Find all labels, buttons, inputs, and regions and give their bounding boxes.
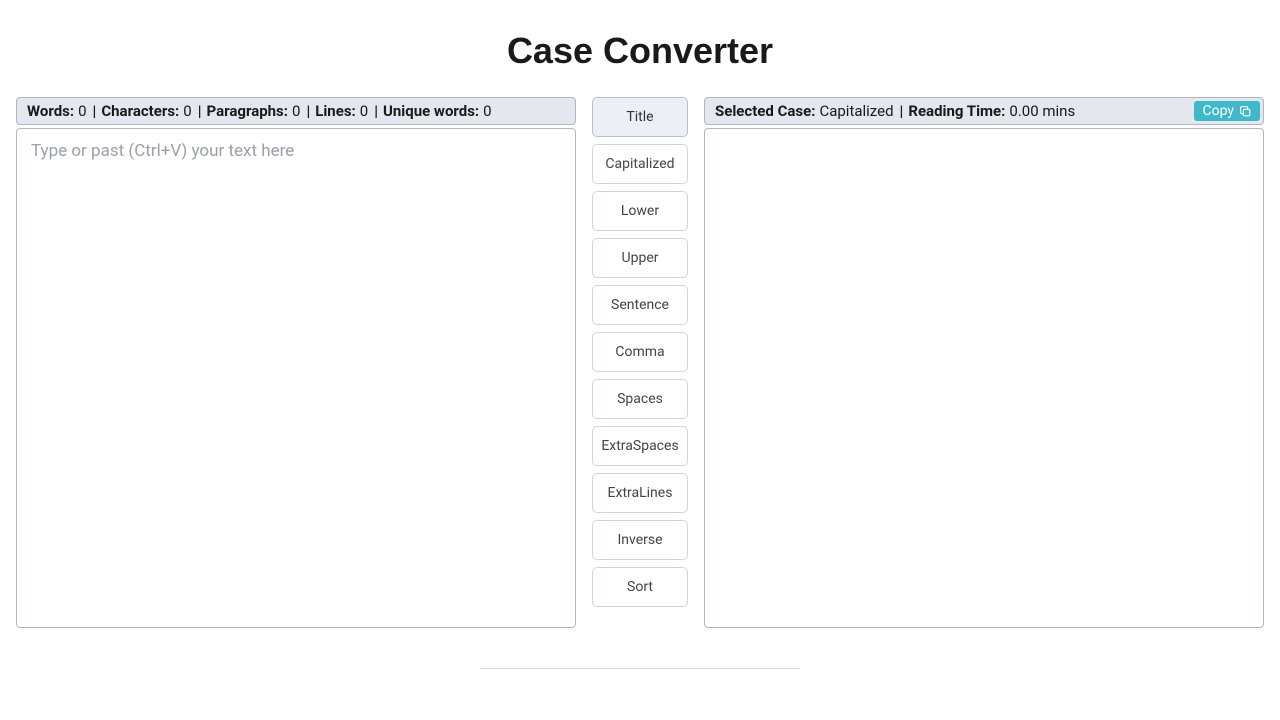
- footer-divider: [480, 668, 800, 669]
- input-panel: Words: 0 | Characters: 0 | Paragraphs: 0…: [16, 97, 576, 628]
- copy-icon: [1239, 105, 1252, 118]
- case-title-button[interactable]: Title: [592, 97, 688, 137]
- output-stats-bar: Selected Case: Capitalized | Reading Tim…: [704, 97, 1264, 125]
- output-panel: Selected Case: Capitalized | Reading Tim…: [704, 97, 1264, 628]
- case-spaces-button[interactable]: Spaces: [592, 379, 688, 419]
- case-buttons-column: Title Capitalized Lower Upper Sentence C…: [592, 97, 688, 607]
- stat-unique-value: 0: [483, 102, 491, 120]
- page-title: Case Converter: [0, 0, 1280, 97]
- stat-chars-value: 0: [183, 102, 191, 120]
- reading-time-value: 0.00 mins: [1009, 102, 1075, 120]
- stat-separator: |: [198, 102, 202, 120]
- stat-chars-label: Characters:: [101, 102, 179, 120]
- case-sentence-button[interactable]: Sentence: [592, 285, 688, 325]
- case-capitalized-button[interactable]: Capitalized: [592, 144, 688, 184]
- case-lower-button[interactable]: Lower: [592, 191, 688, 231]
- stat-paras-label: Paragraphs:: [206, 102, 288, 120]
- case-inverse-button[interactable]: Inverse: [592, 520, 688, 560]
- stat-lines-value: 0: [360, 102, 368, 120]
- input-textarea-wrap: [16, 128, 576, 628]
- copy-button[interactable]: Copy: [1194, 101, 1260, 121]
- stat-paras-value: 0: [292, 102, 300, 120]
- stat-separator: |: [900, 102, 904, 120]
- case-upper-button[interactable]: Upper: [592, 238, 688, 278]
- stat-separator: |: [93, 102, 97, 120]
- stat-unique-label: Unique words:: [383, 102, 479, 120]
- stat-words-label: Words:: [27, 102, 74, 120]
- output-textarea-wrap: [704, 128, 1264, 628]
- case-extraspaces-button[interactable]: ExtraSpaces: [592, 426, 688, 466]
- reading-time-label: Reading Time:: [908, 102, 1005, 120]
- main-container: Words: 0 | Characters: 0 | Paragraphs: 0…: [0, 97, 1280, 628]
- output-area: [705, 129, 1263, 627]
- copy-button-label: Copy: [1202, 103, 1234, 119]
- case-sort-button[interactable]: Sort: [592, 567, 688, 607]
- selected-case-value: Capitalized: [819, 102, 893, 120]
- input-stats-bar: Words: 0 | Characters: 0 | Paragraphs: 0…: [16, 97, 576, 125]
- input-textarea[interactable]: [17, 129, 575, 627]
- stat-separator: |: [306, 102, 310, 120]
- stat-lines-label: Lines:: [315, 102, 356, 120]
- selected-case-label: Selected Case:: [715, 102, 815, 120]
- case-extralines-button[interactable]: ExtraLines: [592, 473, 688, 513]
- stat-separator: |: [374, 102, 378, 120]
- stat-words-value: 0: [78, 102, 86, 120]
- case-comma-button[interactable]: Comma: [592, 332, 688, 372]
